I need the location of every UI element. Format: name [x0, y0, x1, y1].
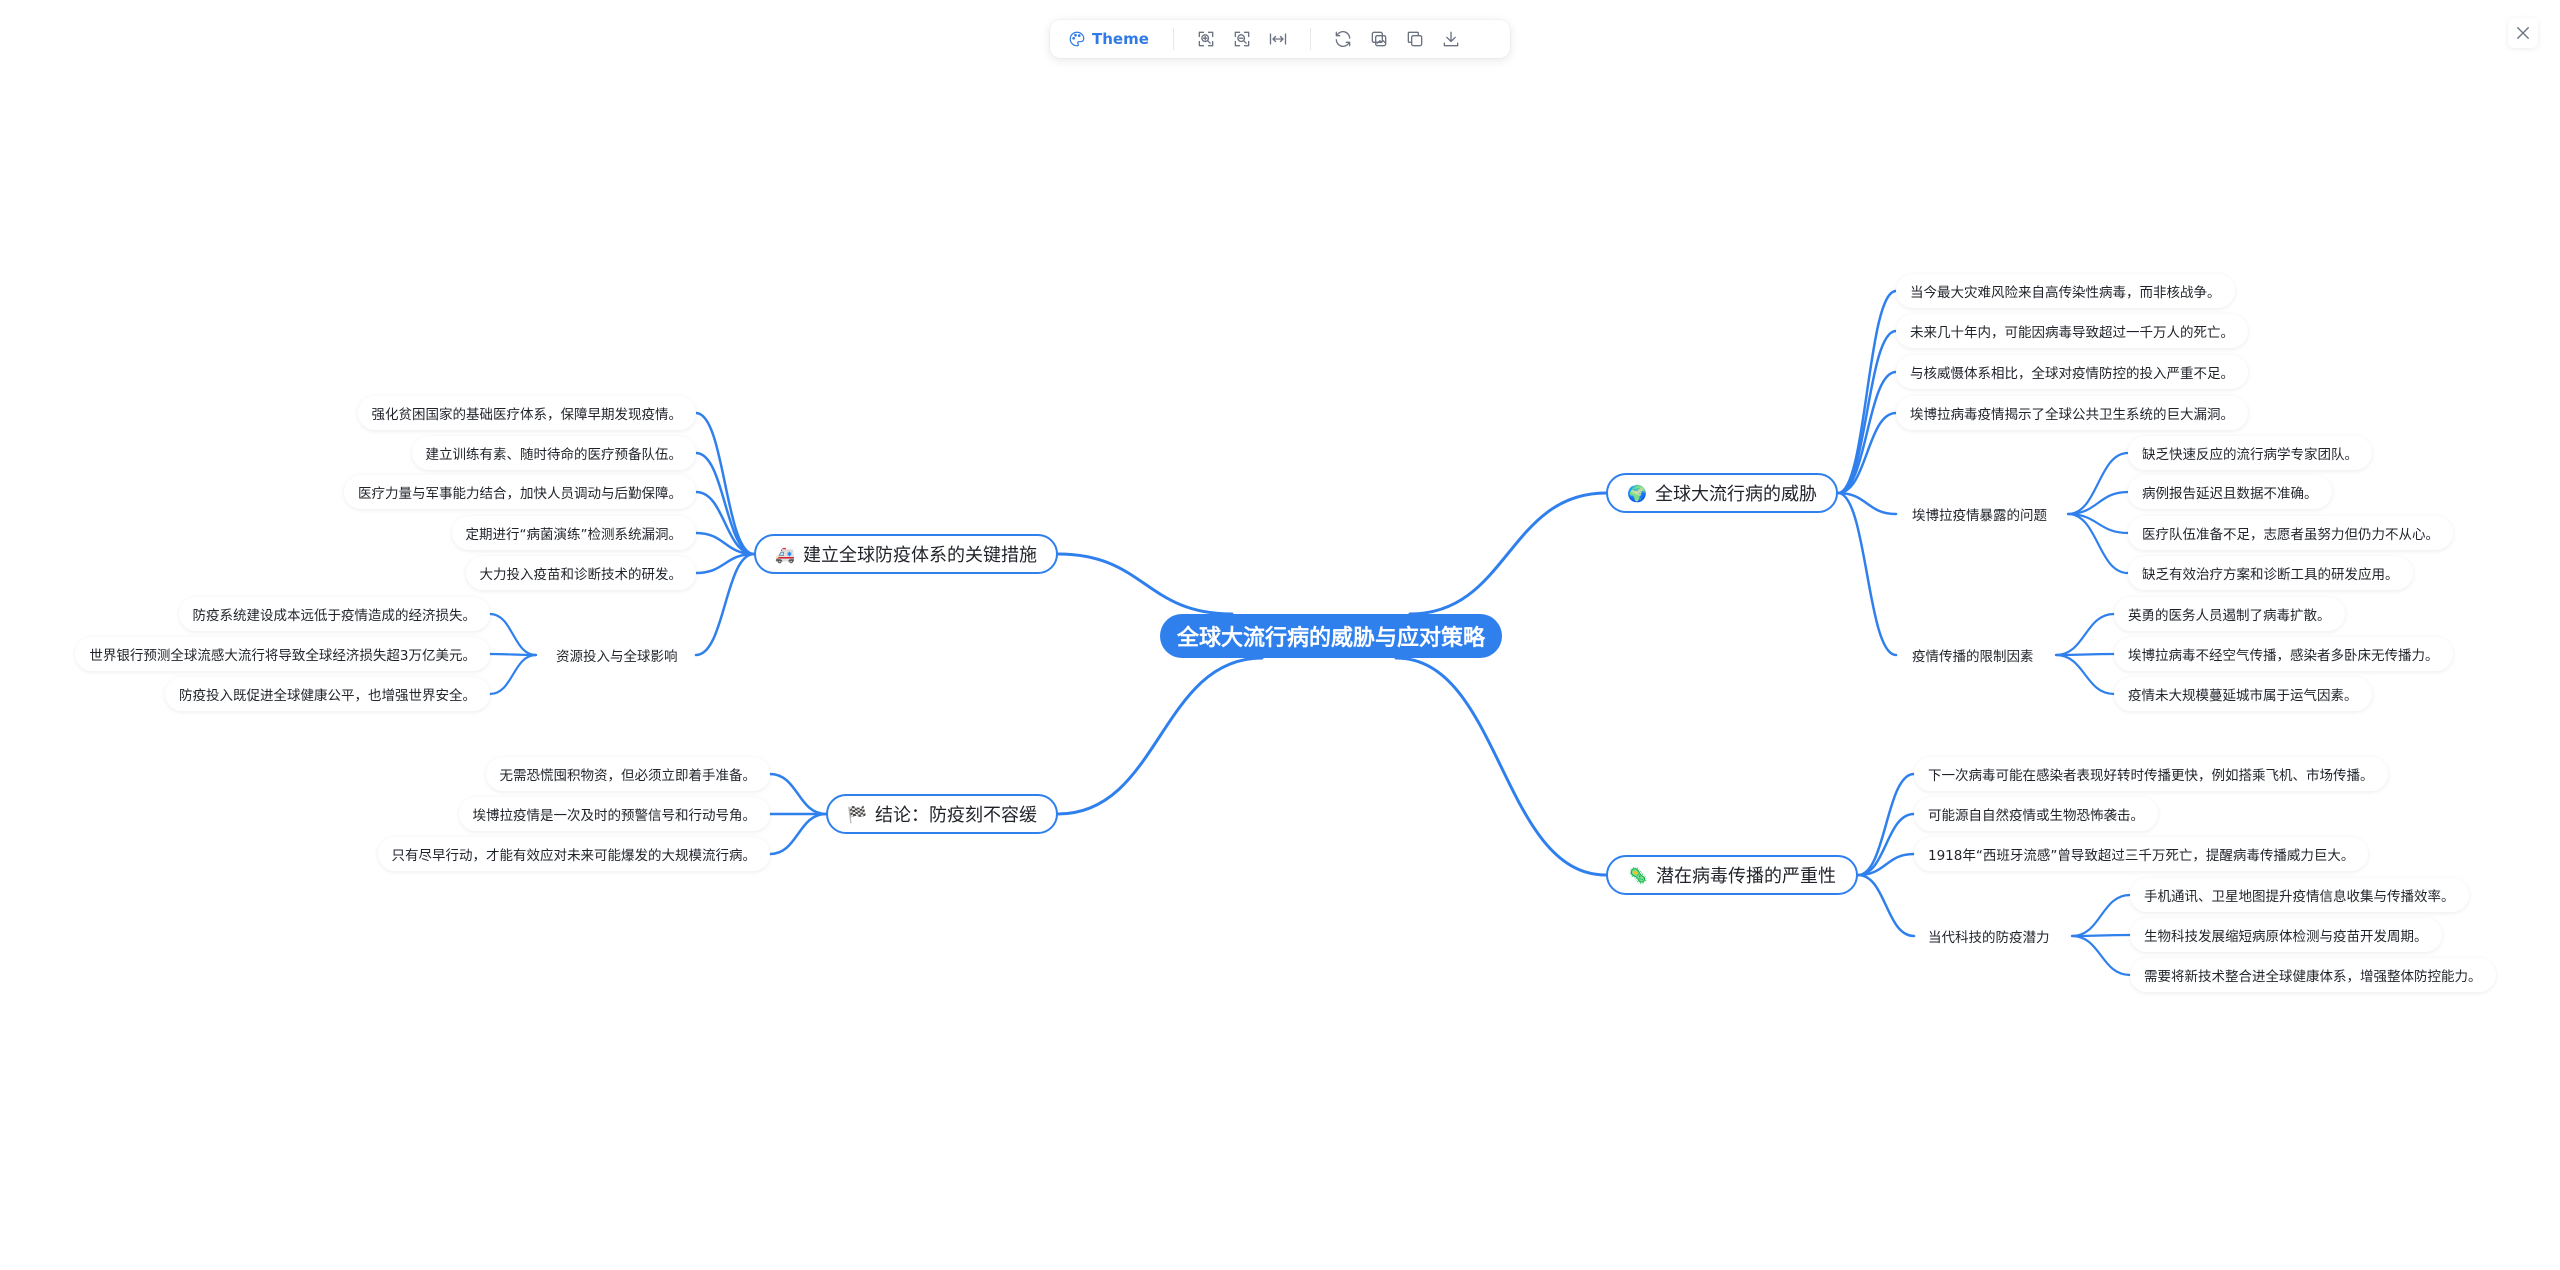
leaf-node[interactable]: 缺乏快速反应的流行病学专家团队。 — [2128, 436, 2372, 470]
leaf-node[interactable]: 需要将新技术整合进全球健康体系，增强整体防控能力。 — [2130, 958, 2496, 992]
leaf-node[interactable]: 医疗队伍准备不足，志愿者虽努力但仍力不从心。 — [2128, 516, 2453, 550]
leaf-node[interactable]: 防疫投入既促进全球健康公平，也增强世界安全。 — [165, 677, 490, 711]
branch-measures[interactable]: 🚑 建立全球防疫体系的关键措施 — [754, 534, 1058, 574]
connector-line — [1836, 491, 1898, 657]
branch-label: 建立全球防疫体系的关键措施 — [802, 545, 1037, 566]
connector-line — [2070, 893, 2132, 938]
copy-image-button[interactable] — [1366, 26, 1392, 52]
connector-line — [1856, 772, 1916, 877]
theme-label: Theme — [1092, 30, 1149, 48]
leaf-node[interactable]: 未来几十年内，可能因病毒导致超过一千万人的死亡。 — [1896, 314, 2248, 348]
branch-label: 潜在病毒传播的严重性 — [1655, 866, 1836, 887]
connector-line — [768, 812, 828, 856]
leaf-node[interactable]: 与核威慑体系相比，全球对疫情防控的投入严重不足。 — [1896, 355, 2248, 389]
connector-line — [2054, 653, 2116, 696]
zoom-in-button[interactable] — [1193, 26, 1219, 52]
subtopic-limiting-factors[interactable]: 疫情传播的限制因素 — [1904, 638, 2042, 672]
toolbar-divider — [1309, 28, 1311, 50]
leaf-node[interactable]: 缺乏有效治疗方案和诊断工具的研发应用。 — [2128, 556, 2413, 590]
connector-line — [768, 772, 828, 816]
leaf-node[interactable]: 病例报告延迟且数据不准确。 — [2128, 475, 2332, 509]
refresh-button[interactable] — [1330, 26, 1356, 52]
connector-line — [2070, 934, 2132, 977]
ambulance-icon: 🚑 — [775, 544, 795, 564]
copy-image-icon — [1371, 31, 1387, 47]
connector-line — [2054, 612, 2116, 657]
checkered-flag-icon: 🏁 — [847, 804, 867, 824]
leaf-node[interactable]: 定期进行“病菌演练”检测系统漏洞。 — [451, 516, 696, 550]
connector-line — [1836, 411, 1898, 495]
connector-line — [2066, 451, 2130, 516]
subtopic-tech[interactable]: 当代科技的防疫潜力 — [1920, 919, 2058, 953]
duplicate-button[interactable] — [1402, 26, 1428, 52]
virus-icon: 🦠 — [1628, 865, 1648, 885]
zoom-out-icon — [1234, 31, 1250, 47]
zoom-in-icon — [1198, 31, 1214, 47]
download-button[interactable] — [1438, 26, 1464, 52]
leaf-node[interactable]: 无需恐慌囤积物资，但必须立即着手准备。 — [485, 757, 770, 791]
leaf-node[interactable]: 疫情未大规模蔓延城市属于运气因素。 — [2114, 677, 2372, 711]
leaf-node[interactable]: 世界银行预测全球流感大流行将导致全球经济损失超3万亿美元。 — [75, 637, 490, 671]
leaf-node[interactable]: 英勇的医务人员遏制了病毒扩散。 — [2114, 597, 2345, 631]
leaf-node[interactable]: 只有尽早行动，才能有效应对未来可能爆发的大规模流行病。 — [377, 837, 770, 871]
fit-width-icon — [1269, 33, 1287, 45]
zoom-out-button[interactable] — [1229, 26, 1255, 52]
top-toolbar: Theme — [1050, 20, 1510, 58]
branch-label: 结论：防疫刻不容缓 — [874, 805, 1037, 826]
branch-conclusion[interactable]: 🏁 结论：防疫刻不容缓 — [826, 794, 1058, 834]
palette-icon — [1069, 31, 1085, 47]
toolbar-divider — [1172, 28, 1174, 50]
leaf-node[interactable]: 建立训练有素、随时待命的医疗预备队伍。 — [411, 436, 696, 470]
connector-line — [2054, 652, 2116, 657]
connector-line — [694, 451, 756, 556]
connector-line — [694, 552, 756, 657]
fit-width-button[interactable] — [1265, 26, 1291, 52]
theme-button[interactable]: Theme — [1062, 30, 1159, 48]
close-icon — [2517, 27, 2529, 39]
leaf-node[interactable]: 医疗力量与军事能力结合，加快人员调动与后勤保障。 — [344, 475, 696, 509]
leaf-node[interactable]: 可能源自自然疫情或生物恐怖袭击。 — [1914, 797, 2158, 831]
connector-line — [1408, 491, 1608, 616]
leaf-node[interactable]: 生物科技发展缩短病原体检测与疫苗开发周期。 — [2130, 918, 2442, 952]
refresh-icon — [1335, 30, 1351, 48]
connector-line — [1836, 289, 1898, 495]
connector-line — [1836, 491, 1898, 516]
download-icon — [1443, 31, 1459, 47]
subtopic-resources[interactable]: 资源投入与全球影响 — [548, 638, 686, 672]
leaf-node[interactable]: 埃博拉疫情是一次及时的预警信号和行动号角。 — [458, 797, 770, 831]
leaf-node[interactable]: 大力投入疫苗和诊断技术的研发。 — [465, 556, 696, 590]
connector-line — [1056, 552, 1234, 616]
connector-line — [1394, 656, 1608, 877]
connector-line — [488, 652, 538, 657]
connector-line — [1056, 656, 1264, 816]
leaf-node[interactable]: 强化贫困国家的基础医疗体系，保障早期发现疫情。 — [357, 396, 696, 430]
branch-severity[interactable]: 🦠 潜在病毒传播的严重性 — [1606, 855, 1858, 895]
leaf-node[interactable]: 埃博拉病毒疫情揭示了全球公共卫生系统的巨大漏洞。 — [1896, 396, 2248, 430]
connector-line — [488, 612, 538, 657]
leaf-node[interactable]: 手机通讯、卫星地图提升疫情信息收集与传播效率。 — [2130, 878, 2469, 912]
connector-line — [1836, 329, 1898, 495]
leaf-node[interactable]: 下一次病毒可能在感染者表现好转时传播更快，例如搭乘飞机、市场传播。 — [1914, 757, 2388, 791]
close-button[interactable] — [2508, 18, 2538, 48]
leaf-node[interactable]: 埃博拉病毒不经空气传播，感染者多卧床无传播力。 — [2114, 637, 2453, 671]
mindmap-root[interactable]: 全球大流行病的威胁与应对策略 — [1160, 614, 1502, 658]
leaf-node[interactable]: 防疫系统建设成本远低于疫情造成的经济损失。 — [178, 597, 490, 631]
connector-line — [2070, 933, 2132, 938]
leaf-node[interactable]: 当今最大灾难风险来自高传染性病毒，而非核战争。 — [1896, 274, 2235, 308]
branch-label: 全球大流行病的威胁 — [1654, 484, 1817, 505]
branch-threat[interactable]: 🌍 全球大流行病的威胁 — [1606, 473, 1838, 513]
duplicate-icon — [1407, 31, 1423, 47]
leaf-node[interactable]: 1918年“西班牙流感”曾导致超过三千万死亡，提醒病毒传播威力巨大。 — [1914, 837, 2369, 871]
subtopic-ebola-problems[interactable]: 埃博拉疫情暴露的问题 — [1904, 497, 2055, 531]
connector-line — [1856, 873, 1916, 938]
globe-icon: 🌍 — [1627, 483, 1647, 503]
connector-line — [488, 653, 538, 696]
